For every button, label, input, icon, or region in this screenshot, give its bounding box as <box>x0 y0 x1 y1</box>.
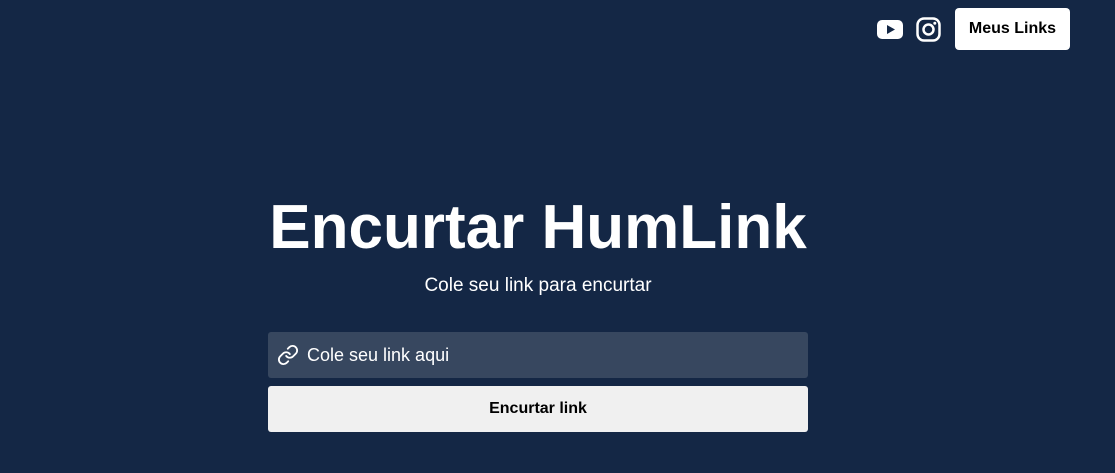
link-input[interactable] <box>307 332 808 378</box>
instagram-icon <box>915 16 941 42</box>
meus-links-button[interactable]: Meus Links <box>955 8 1070 50</box>
youtube-link[interactable] <box>877 16 903 42</box>
youtube-icon <box>877 19 903 39</box>
hero-section: Encurtar HumLink Cole seu link para encu… <box>268 193 808 297</box>
instagram-link[interactable] <box>915 16 941 42</box>
link-input-container <box>268 332 808 378</box>
page-title: Encurtar HumLink <box>269 193 807 262</box>
page-subtitle: Cole seu link para encurtar <box>424 275 652 296</box>
header-nav: Meus Links <box>877 8 1070 50</box>
link-icon <box>277 344 299 366</box>
encurtar-link-button[interactable]: Encurtar link <box>268 386 808 432</box>
